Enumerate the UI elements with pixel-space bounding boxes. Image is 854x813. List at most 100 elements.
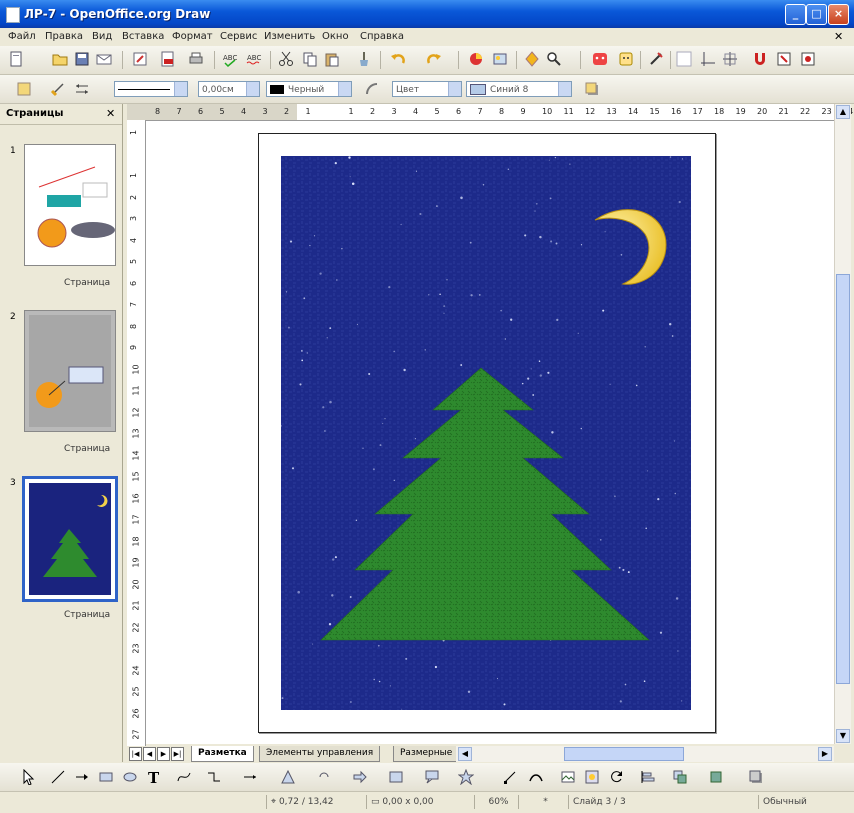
arrow-line-icon[interactable] bbox=[74, 769, 90, 785]
select-icon[interactable] bbox=[20, 769, 36, 785]
next-tab-button[interactable]: ▶ bbox=[157, 747, 170, 761]
print-icon[interactable] bbox=[188, 51, 204, 67]
page-thumbnail-2[interactable] bbox=[24, 310, 116, 432]
format-paintbrush-icon[interactable] bbox=[356, 51, 372, 67]
horizontal-scroll-thumb[interactable] bbox=[564, 747, 684, 761]
effects-icon[interactable] bbox=[648, 51, 664, 67]
rotate-icon[interactable] bbox=[608, 769, 624, 785]
grid-icon[interactable] bbox=[676, 51, 692, 67]
block-arrows-icon[interactable] bbox=[352, 769, 368, 785]
extrusion-on-off-icon[interactable] bbox=[708, 769, 724, 785]
help-icon[interactable] bbox=[592, 51, 608, 67]
spellcheck-icon[interactable]: ABC bbox=[222, 51, 238, 67]
redo-icon[interactable] bbox=[426, 51, 442, 67]
pdf-icon[interactable] bbox=[160, 51, 176, 67]
scroll-up-arrow[interactable]: ▲ bbox=[836, 105, 850, 119]
ellipse-icon[interactable] bbox=[122, 769, 138, 785]
paste-icon[interactable] bbox=[324, 51, 340, 67]
chart-icon[interactable] bbox=[468, 51, 484, 67]
basic-shapes-icon[interactable] bbox=[280, 769, 296, 785]
flowchart-icon[interactable] bbox=[388, 769, 404, 785]
menu-help[interactable]: Справка bbox=[360, 31, 404, 42]
vertical-scrollbar[interactable]: ▲ ▼ bbox=[834, 104, 851, 744]
vertical-scroll-thumb[interactable] bbox=[836, 274, 850, 684]
night-sky-image[interactable] bbox=[281, 156, 691, 710]
lines-arrows-icon[interactable] bbox=[242, 769, 258, 785]
new-icon[interactable] bbox=[8, 51, 24, 67]
close-document-icon[interactable]: ✕ bbox=[834, 30, 843, 43]
tab-dimension-lines[interactable]: Размерные bbox=[393, 746, 460, 762]
scroll-down-arrow[interactable]: ▼ bbox=[836, 729, 850, 743]
from-file-icon[interactable] bbox=[560, 769, 576, 785]
symbol-shapes-icon[interactable] bbox=[316, 769, 332, 785]
menu-edit[interactable]: Правка bbox=[45, 31, 83, 42]
open-icon[interactable] bbox=[52, 51, 68, 67]
edit-file-icon[interactable] bbox=[132, 51, 148, 67]
gallery-tool-icon[interactable] bbox=[584, 769, 600, 785]
shadow-icon[interactable] bbox=[584, 81, 600, 97]
menu-window[interactable]: Окно bbox=[322, 31, 349, 42]
fontwork-icon[interactable] bbox=[528, 769, 544, 785]
shadow-tool-icon[interactable] bbox=[748, 769, 764, 785]
points-icon[interactable] bbox=[502, 769, 518, 785]
line-icon[interactable] bbox=[50, 81, 66, 97]
page-thumbnail-3[interactable] bbox=[22, 476, 118, 602]
navigator-icon[interactable] bbox=[524, 51, 540, 67]
save-icon[interactable] bbox=[74, 51, 90, 67]
tab-layout[interactable]: Разметка bbox=[191, 746, 254, 762]
zoom-icon[interactable] bbox=[546, 51, 562, 67]
minimize-button[interactable]: _ bbox=[785, 4, 806, 25]
scroll-right-arrow[interactable]: ▶ bbox=[818, 747, 832, 761]
helplines-icon[interactable] bbox=[700, 51, 716, 67]
first-tab-button[interactable]: |◀ bbox=[129, 747, 142, 761]
tab-controls[interactable]: Элементы управления bbox=[259, 746, 381, 762]
undo-icon[interactable] bbox=[390, 51, 406, 67]
area-color-select[interactable]: Синий 8 bbox=[466, 81, 572, 97]
arrow-style-icon[interactable] bbox=[74, 81, 90, 97]
stars-icon[interactable] bbox=[458, 769, 474, 785]
page-thumbnail-1[interactable] bbox=[24, 144, 116, 266]
page-canvas[interactable] bbox=[258, 133, 716, 733]
text-icon[interactable]: T bbox=[146, 769, 162, 785]
connector-icon[interactable] bbox=[206, 769, 222, 785]
email-icon[interactable] bbox=[96, 51, 112, 67]
star bbox=[496, 677, 499, 680]
extrusion-icon[interactable] bbox=[800, 51, 816, 67]
line-style-select[interactable] bbox=[114, 81, 188, 97]
rectangle-icon[interactable] bbox=[98, 769, 114, 785]
line-tool-icon[interactable] bbox=[50, 769, 66, 785]
scroll-left-arrow[interactable]: ◀ bbox=[458, 747, 472, 761]
gallery-icon[interactable] bbox=[492, 51, 508, 67]
close-panel-icon[interactable]: ✕ bbox=[106, 107, 115, 120]
curve-icon[interactable] bbox=[176, 769, 192, 785]
glue-points-icon[interactable] bbox=[776, 51, 792, 67]
area-style-select[interactable]: Цвет bbox=[392, 81, 462, 97]
area-icon[interactable] bbox=[364, 81, 380, 97]
menu-insert[interactable]: Вставка bbox=[122, 31, 164, 42]
maximize-button[interactable]: □ bbox=[806, 4, 827, 25]
snap-icon[interactable] bbox=[722, 51, 738, 67]
line-width-field[interactable]: 0,00см bbox=[198, 81, 260, 97]
menu-modify[interactable]: Изменить bbox=[264, 31, 315, 42]
styles-icon[interactable] bbox=[16, 81, 32, 97]
arrange-icon[interactable] bbox=[672, 769, 688, 785]
cut-icon[interactable] bbox=[278, 51, 294, 67]
smiley-icon[interactable] bbox=[618, 51, 634, 67]
close-button[interactable]: × bbox=[828, 4, 849, 25]
callouts-icon[interactable] bbox=[424, 769, 440, 785]
prev-tab-button[interactable]: ◀ bbox=[143, 747, 156, 761]
drawing-workspace[interactable] bbox=[146, 121, 834, 744]
horizontal-scrollbar[interactable]: ◀ ▶ bbox=[456, 746, 834, 762]
menu-format[interactable]: Формат bbox=[172, 31, 213, 42]
alignment-icon[interactable] bbox=[640, 769, 656, 785]
line-color-select[interactable]: Черный bbox=[266, 81, 352, 97]
menu-file[interactable]: Файл bbox=[8, 31, 36, 42]
menu-view[interactable]: Вид bbox=[92, 31, 112, 42]
autospell-icon[interactable]: ABC bbox=[246, 51, 262, 67]
last-tab-button[interactable]: ▶| bbox=[171, 747, 184, 761]
zoom-level[interactable]: 60% bbox=[474, 795, 518, 809]
glue-icon[interactable] bbox=[752, 51, 768, 67]
copy-icon[interactable] bbox=[302, 51, 318, 67]
star bbox=[467, 690, 471, 694]
menu-tools[interactable]: Сервис bbox=[220, 31, 257, 42]
